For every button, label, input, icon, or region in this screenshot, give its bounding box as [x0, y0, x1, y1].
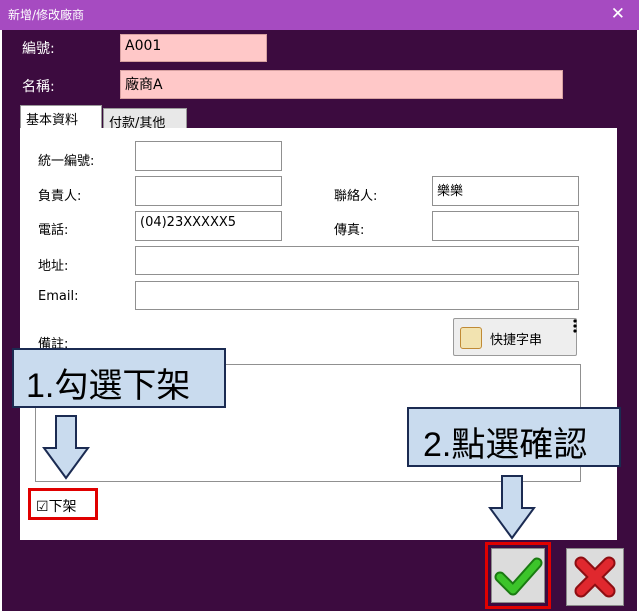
address-label: 地址:	[38, 259, 69, 274]
down-arrow-icon	[488, 475, 536, 540]
code-label: 編號:	[22, 41, 55, 57]
email-label: Email:	[38, 289, 79, 304]
owner-field[interactable]	[135, 176, 282, 206]
address-field[interactable]	[135, 246, 579, 275]
code-field[interactable]: A001	[120, 34, 267, 62]
check-icon	[494, 557, 543, 596]
owner-label: 負責人:	[38, 189, 82, 204]
delist-checkbox[interactable]: ☑下架	[36, 496, 77, 516]
callout-step-2: 2.點選確認	[407, 407, 621, 467]
name-label: 名稱:	[22, 79, 55, 95]
tax-id-label: 統一編號:	[38, 154, 95, 169]
quick-phrase-label: 快捷字串	[490, 333, 543, 348]
callout-step-1: 1.勾選下架	[12, 348, 226, 408]
x-icon	[574, 556, 616, 598]
fax-label: 傳真:	[334, 223, 365, 238]
tab-payment-other[interactable]: 付款/其他	[103, 108, 187, 131]
email-field[interactable]	[135, 281, 579, 310]
cancel-button[interactable]	[566, 548, 624, 606]
quick-phrase-icon	[460, 327, 482, 349]
down-arrow-icon	[42, 415, 90, 480]
contact-label: 聯絡人:	[334, 189, 378, 204]
name-field[interactable]: 廠商A	[120, 70, 563, 99]
quick-phrase-button[interactable]: 快捷字串	[453, 318, 577, 356]
title-bar: 新增/修改廠商 ✕	[0, 0, 639, 30]
phone-field[interactable]: (04)23XXXXX5	[135, 211, 282, 241]
more-options-icon[interactable]	[570, 318, 580, 334]
window-title: 新增/修改廠商	[8, 8, 85, 22]
tax-id-field[interactable]	[135, 141, 282, 171]
phone-label: 電話:	[38, 223, 69, 238]
tab-basic-info[interactable]: 基本資料	[20, 105, 102, 129]
close-icon[interactable]: ✕	[611, 4, 625, 24]
confirm-button[interactable]	[491, 548, 545, 603]
checkbox-checked-icon: ☑	[36, 499, 49, 515]
fax-field[interactable]	[432, 211, 579, 241]
delist-label: 下架	[48, 499, 77, 515]
contact-field[interactable]: 樂樂	[432, 176, 579, 206]
